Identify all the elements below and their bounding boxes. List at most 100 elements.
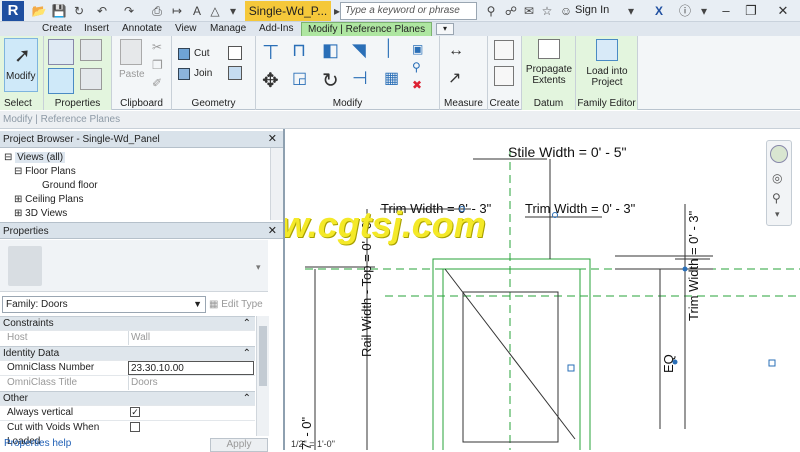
rotate-icon[interactable]: ↻	[322, 68, 339, 93]
copy-icon[interactable]: ❐	[152, 58, 163, 72]
omniclass-number-input[interactable]: 23.30.10.00	[128, 361, 254, 375]
ribbon-minimize-icon[interactable]: ▾	[436, 23, 454, 35]
tree-item-ground-floor[interactable]: Ground floor	[42, 179, 98, 192]
split-icon[interactable]: │	[384, 40, 394, 58]
qa-dropdown-icon[interactable]: ▾	[224, 3, 242, 19]
drawing-canvas[interactable]: Stile Width = 0' - 5" Trim Width = 0' - …	[283, 129, 800, 450]
match-type-icon[interactable]: ✐	[152, 76, 162, 90]
help-dropdown-icon[interactable]: ▾	[695, 3, 713, 19]
create-similar-icon[interactable]	[494, 66, 514, 86]
aligned-dimension-icon[interactable]: ↗	[448, 68, 461, 88]
trim-extend-icon[interactable]: ⊣	[352, 68, 368, 89]
edit-type-button[interactable]: ▦ Edit Type	[209, 296, 263, 313]
family-category-icon[interactable]	[80, 39, 102, 61]
subscription-icon[interactable]: ☍	[502, 3, 520, 19]
move-icon[interactable]: ✥	[262, 68, 279, 93]
mirror-axis-icon[interactable]: ◧	[322, 40, 339, 61]
steering-wheel-icon[interactable]: ◎	[772, 171, 782, 185]
cut-geometry-label[interactable]: Cut	[194, 48, 210, 59]
propagate-extents-icon[interactable]	[538, 39, 560, 59]
sync-icon[interactable]: ↻	[70, 3, 88, 19]
minimize-button[interactable]: –	[715, 1, 737, 21]
measure-distance-icon[interactable]: ↔	[448, 42, 464, 60]
search-input[interactable]: Type a keyword or phrase	[340, 2, 477, 20]
create-group-icon[interactable]	[494, 40, 514, 60]
binoculars-icon[interactable]: ⚲	[482, 3, 500, 19]
communication-icon[interactable]: ✉	[520, 3, 538, 19]
trim-width-label-right[interactable]: Trim Width = 0' - 3"	[525, 201, 636, 216]
redo-icon[interactable]: ↷	[120, 3, 138, 19]
app-menu-button[interactable]: R	[2, 1, 24, 21]
load-into-project-button[interactable]: Load into Project	[578, 66, 636, 88]
tab-annotate[interactable]: Annotate	[116, 22, 168, 36]
type-selector-preview[interactable]: ▾	[0, 240, 268, 292]
collapse-section-icon[interactable]: ⌃	[243, 347, 251, 361]
tab-create[interactable]: Create	[36, 22, 78, 36]
tab-modify-reference-planes[interactable]: Modify | Reference Planes	[301, 22, 433, 36]
tree-item-views[interactable]: ⊟ Views (all)	[4, 151, 66, 164]
tab-view[interactable]: View	[169, 22, 203, 36]
tree-item-3d-views[interactable]: ⊞ 3D Views	[14, 207, 67, 220]
drag-handle[interactable]	[682, 266, 688, 272]
close-button[interactable]: ✕	[766, 1, 800, 21]
section-constraints[interactable]: Constraints ⌃	[0, 316, 255, 330]
properties-icon[interactable]	[48, 39, 74, 65]
door-panel[interactable]	[462, 291, 559, 443]
favorites-icon[interactable]: ☆	[538, 3, 556, 19]
modify-button[interactable]: ➚ Modify	[4, 38, 38, 92]
nav-dropdown-icon[interactable]: ▾	[775, 209, 780, 220]
drag-handle[interactable]	[672, 359, 678, 365]
undo-icon[interactable]: ↶	[93, 3, 111, 19]
family-selector[interactable]: Family: Doors ▼	[2, 296, 206, 313]
load-into-project-icon[interactable]	[596, 39, 618, 61]
delete-icon[interactable]: ✖	[412, 78, 422, 92]
open-icon[interactable]: 📂	[30, 3, 48, 19]
collapse-icon[interactable]: ⊟	[4, 152, 12, 163]
always-vertical-checkbox[interactable]: ✓	[130, 407, 140, 417]
section-identity-data[interactable]: Identity Data ⌃	[0, 346, 255, 360]
restore-button[interactable]: ❐	[740, 1, 762, 21]
propagate-extents-button[interactable]: Propagate Extents	[524, 64, 574, 86]
tab-add-ins[interactable]: Add-Ins	[253, 22, 299, 36]
sign-in-link[interactable]: Sign In	[575, 4, 609, 16]
help-icon[interactable]: ⓘ	[676, 3, 694, 19]
text-icon[interactable]: A	[188, 3, 206, 19]
collapse-section-icon[interactable]: ⌃	[243, 392, 251, 406]
scrollbar[interactable]	[256, 316, 269, 436]
split-face-icon[interactable]	[228, 66, 242, 80]
scrollbar[interactable]	[270, 148, 283, 220]
offset-icon[interactable]: ⊓	[292, 40, 306, 61]
tab-insert[interactable]: Insert	[78, 22, 115, 36]
expand-icon[interactable]: ⊞	[14, 208, 22, 219]
close-icon[interactable]: ✕	[268, 223, 277, 240]
type-properties-icon[interactable]	[80, 68, 102, 90]
tab-manage[interactable]: Manage	[204, 22, 252, 36]
signin-dropdown-icon[interactable]: ▾	[622, 3, 640, 19]
cut-icon[interactable]: ✂	[152, 40, 162, 54]
3d-view-icon[interactable]: △	[206, 3, 224, 19]
scale-icon[interactable]: ▣	[412, 42, 423, 56]
wall-joins-icon[interactable]	[228, 46, 242, 60]
stile-width-label[interactable]: Stile Width = 0' - 5"	[508, 144, 627, 160]
view-scale[interactable]: 1/2" = 1'-0"	[291, 439, 335, 449]
family-types-icon[interactable]	[48, 68, 74, 94]
measure-icon[interactable]: ↦	[168, 3, 186, 19]
type-dropdown-icon[interactable]: ▾	[256, 262, 261, 273]
array-icon[interactable]: ▦	[384, 68, 399, 88]
scrollbar-thumb[interactable]	[259, 326, 267, 386]
join-label[interactable]: Join	[194, 68, 212, 79]
trim-width-label-vertical[interactable]: Trim Width = 0' - 3"	[686, 210, 701, 321]
mirror-draw-icon[interactable]: ◥	[352, 40, 366, 61]
tree-item-floor-plans[interactable]: ⊟ Floor Plans	[14, 165, 76, 178]
properties-help-link[interactable]: Properties help	[4, 438, 71, 450]
paste-icon[interactable]	[120, 39, 142, 65]
select-panel-label[interactable]: Select	[0, 98, 43, 109]
tree-item-ceiling-plans[interactable]: ⊞ Ceiling Plans	[14, 193, 84, 206]
door-trim-outline[interactable]	[432, 258, 591, 450]
pin-icon[interactable]: ⚲	[412, 60, 421, 74]
save-icon[interactable]: 💾	[50, 3, 68, 19]
print-icon[interactable]: ⎙	[148, 3, 166, 19]
close-icon[interactable]: ✕	[268, 131, 277, 148]
expand-icon[interactable]: ⊞	[14, 194, 22, 205]
cut-geometry-icon[interactable]	[178, 48, 190, 60]
